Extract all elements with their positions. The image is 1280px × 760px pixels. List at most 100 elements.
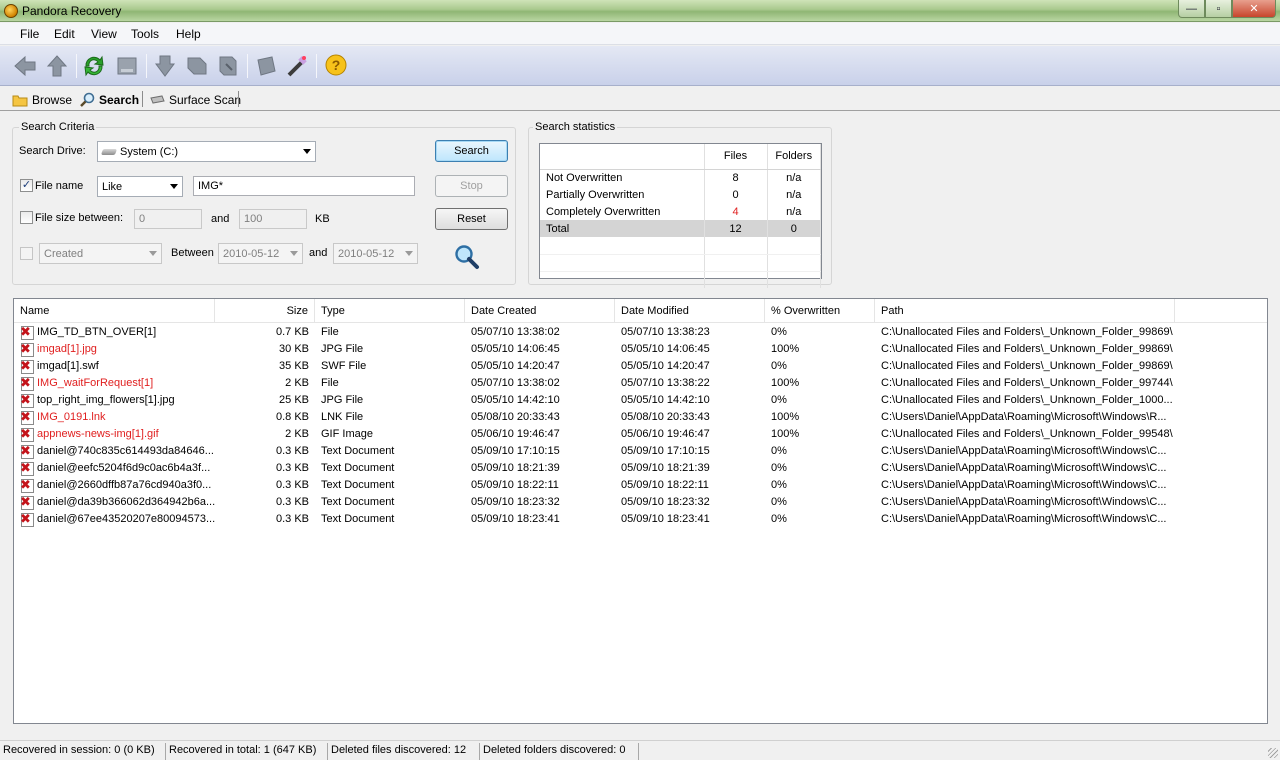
cell-overwritten: 100% xyxy=(771,411,800,423)
search-drive-select[interactable]: System (C:) xyxy=(97,141,316,162)
resize-grip-icon[interactable] xyxy=(1268,748,1278,758)
column-date-created[interactable]: Date Created xyxy=(465,299,615,323)
cell-created: 05/09/10 18:22:11 xyxy=(471,479,559,491)
magnifier-icon xyxy=(80,92,95,107)
deleted-file-icon: ✖ xyxy=(20,358,34,374)
cell-created: 05/09/10 17:10:15 xyxy=(471,445,560,457)
table-row[interactable]: ✖ daniel@2660dffb87a76cd940a3f0... 0.3 KB T… xyxy=(14,477,1267,494)
date-checkbox[interactable] xyxy=(20,247,33,260)
up-icon[interactable] xyxy=(44,53,70,79)
deleted-file-icon: ✖ xyxy=(20,392,34,408)
tab-browse[interactable]: Browse xyxy=(8,90,76,110)
column-path[interactable]: Path xyxy=(875,299,1175,323)
deleted-file-icon: ✖ xyxy=(20,341,34,357)
menu-tools[interactable]: Tools xyxy=(131,27,159,41)
cell-overwritten: 0% xyxy=(771,445,787,457)
cell-path: C:\Users\Daniel\AppData\Roaming\Microsof… xyxy=(881,479,1167,491)
menu-bar: File Edit View Tools Help xyxy=(0,23,1280,45)
cell-modified: 05/05/10 14:06:45 xyxy=(621,343,710,355)
file-name-input[interactable]: IMG* xyxy=(193,176,415,196)
cell-size: 2 KB xyxy=(285,428,309,440)
search-button[interactable]: Search xyxy=(435,140,508,162)
match-mode-select[interactable]: Like xyxy=(97,176,183,197)
table-row[interactable]: ✖ daniel@67ee43520207e80094573... 0.3 KB Te… xyxy=(14,511,1267,528)
recover-all-icon[interactable] xyxy=(184,53,210,79)
cell-name: imgad[1].jpg xyxy=(37,343,97,355)
date-type-select[interactable]: Created xyxy=(39,243,162,264)
tab-search[interactable]: Search xyxy=(75,90,143,110)
table-row[interactable]: ✖ daniel@740c835c614493da84646... 0.3 KB Te… xyxy=(14,443,1267,460)
stats-row-files: 0 xyxy=(704,186,768,203)
cell-created: 05/09/10 18:23:32 xyxy=(471,496,560,508)
file-size-checkbox[interactable] xyxy=(20,211,33,224)
table-row[interactable]: ✖ IMG_waitForRequest[1] 2 KB File 05/07/10 … xyxy=(14,375,1267,392)
table-row[interactable]: ✖ appnews-news-img[1].gif 2 KB GIF Image 05/… xyxy=(14,426,1267,443)
table-row[interactable]: ✖ imgad[1].swf 35 KB SWF File 05/05/10 14:20… xyxy=(14,358,1267,375)
cell-name: IMG_0191.lnk xyxy=(37,411,106,423)
date-from-picker[interactable]: 2010-05-12 xyxy=(218,243,303,264)
cell-created: 05/06/10 19:46:47 xyxy=(471,428,560,440)
cell-name: imgad[1].swf xyxy=(37,360,99,372)
column-overwritten[interactable]: % Overwritten xyxy=(765,299,875,323)
recover-icon[interactable] xyxy=(152,53,178,79)
file-name-checkbox[interactable]: ✓ xyxy=(20,179,33,192)
maximize-button[interactable]: ▫ xyxy=(1205,0,1232,18)
file-name-label: File name xyxy=(35,180,84,192)
column-name[interactable]: Name xyxy=(14,299,215,323)
size-min-input[interactable]: 0 xyxy=(134,209,202,229)
disk-icon[interactable] xyxy=(253,53,279,79)
tab-surface-scan[interactable]: Surface Scan xyxy=(145,90,245,110)
reset-button[interactable]: Reset xyxy=(435,208,508,230)
help-icon[interactable]: ? xyxy=(323,53,349,79)
table-row[interactable]: ✖ top_right_img_flowers[1].jpg 25 KB JPG Fi… xyxy=(14,392,1267,409)
deleted-file-icon: ✖ xyxy=(20,409,34,425)
stats-row-folders: n/a xyxy=(767,186,821,203)
cell-type: Text Document xyxy=(321,513,395,525)
cell-name: top_right_img_flowers[1].jpg xyxy=(37,394,175,406)
size-max-input[interactable]: 100 xyxy=(239,209,307,229)
column-type[interactable]: Type xyxy=(315,299,465,323)
table-row[interactable]: ✖ IMG_0191.lnk 0.8 KB LNK File 05/08/10 20:3… xyxy=(14,409,1267,426)
table-row[interactable]: ✖ imgad[1].jpg 30 KB JPG File 05/05/10 14:06… xyxy=(14,341,1267,358)
cell-size: 0.3 KB xyxy=(275,462,309,474)
results-list[interactable]: Name Size Type Date Created Date Modifie… xyxy=(13,298,1268,724)
cell-overwritten: 0% xyxy=(771,394,787,406)
cell-modified: 05/07/10 13:38:23 xyxy=(621,326,710,338)
back-icon[interactable] xyxy=(12,53,38,79)
close-button[interactable]: ✕ xyxy=(1232,0,1276,18)
column-date-modified[interactable]: Date Modified xyxy=(615,299,765,323)
svg-text:?: ? xyxy=(332,57,341,73)
table-row[interactable]: ✖ daniel@eefc5204f6d9c0ac6b4a3f... 0.3 KB T… xyxy=(14,460,1267,477)
status-recovered-session: Recovered in session: 0 (0 KB) xyxy=(0,743,166,760)
recover-tree-icon[interactable] xyxy=(215,53,241,79)
stats-header-blank xyxy=(540,144,705,170)
cell-name: daniel@da39b366062d364942b6a... xyxy=(37,496,216,508)
table-row[interactable]: ✖ daniel@da39b366062d364942b6a... 0.3 KB Te… xyxy=(14,494,1267,511)
deleted-file-icon: ✖ xyxy=(20,494,34,510)
folder-icon xyxy=(12,95,28,107)
menu-edit[interactable]: Edit xyxy=(54,27,75,41)
date-type-value: Created xyxy=(44,247,84,260)
cell-type: Text Document xyxy=(321,496,395,508)
cell-size: 25 KB xyxy=(279,394,309,406)
table-row[interactable]: ✖ IMG_TD_BTN_OVER[1] 0.7 KB File 05/07/10 1… xyxy=(14,324,1267,341)
cell-size: 30 KB xyxy=(279,343,309,355)
drive-icon[interactable] xyxy=(114,53,140,79)
title-bar[interactable]: Pandora Recovery — ▫ ✕ xyxy=(0,0,1280,22)
cell-name: daniel@2660dffb87a76cd940a3f0... xyxy=(37,479,212,491)
refresh-icon[interactable] xyxy=(81,53,107,79)
menu-file[interactable]: File xyxy=(20,27,39,41)
cell-created: 05/09/10 18:23:41 xyxy=(471,513,560,525)
date-to-picker[interactable]: 2010-05-12 xyxy=(333,243,418,264)
column-size[interactable]: Size xyxy=(215,299,315,323)
stop-button[interactable]: Stop xyxy=(435,175,508,197)
stats-total-files: 12 xyxy=(704,220,768,237)
menu-help[interactable]: Help xyxy=(176,27,201,41)
cell-type: SWF File xyxy=(321,360,367,372)
wand-icon[interactable] xyxy=(284,53,310,79)
menu-view[interactable]: View xyxy=(91,27,117,41)
minimize-button[interactable]: — xyxy=(1178,0,1205,18)
cell-path: C:\Users\Daniel\AppData\Roaming\Microsof… xyxy=(881,496,1167,508)
chevron-down-icon xyxy=(303,149,311,154)
cell-size: 0.3 KB xyxy=(275,445,309,457)
